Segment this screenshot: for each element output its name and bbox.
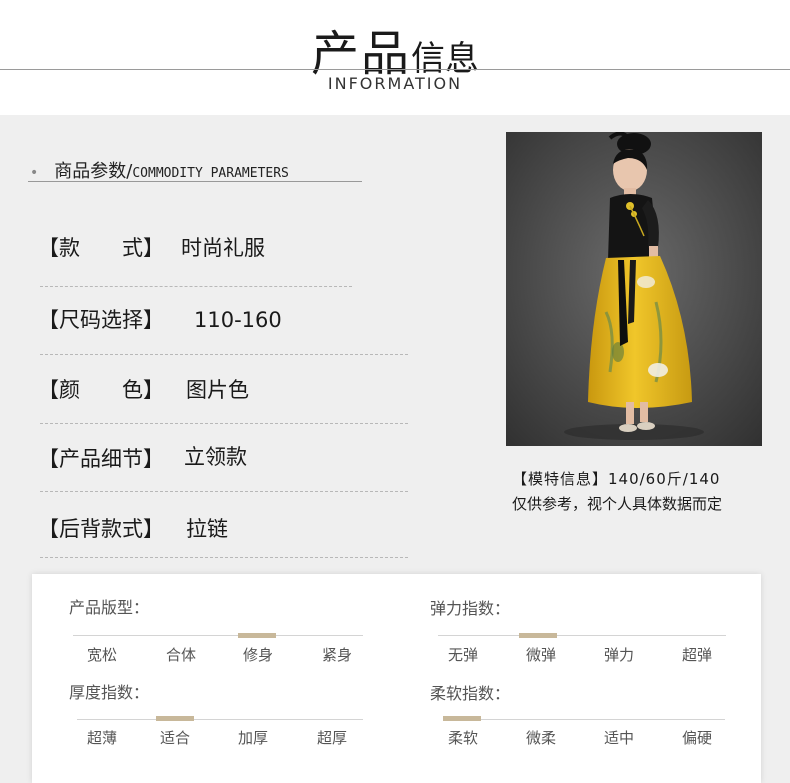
scale-option: 弹力 — [603, 646, 634, 664]
section-title-en: COMMODITY PARAMETERS — [132, 166, 289, 181]
section-title-cn: 商品参数/ — [54, 161, 133, 182]
scale-option: 微柔 — [525, 729, 556, 747]
param-value-color: 图片色 — [186, 378, 249, 402]
page-title-secondary: 信息 — [411, 39, 479, 79]
scale-option: 超弹 — [681, 646, 712, 664]
scale-title-fit: 产品版型： — [69, 598, 150, 617]
model-note: 仅供参考，视个人具体数据而定 — [512, 495, 723, 513]
param-divider — [40, 354, 408, 355]
param-label-color: 【颜 色】 — [38, 378, 164, 402]
scale-option: 合体 — [165, 646, 196, 664]
scale-track-thickness — [77, 719, 363, 720]
scale-title-elasticity: 弹力指数： — [430, 599, 511, 618]
model-info: 【模特信息】140/60斤/140 — [512, 470, 721, 488]
param-label-back: 【后背款式】 — [38, 517, 164, 541]
model-photo — [506, 132, 762, 446]
param-value-detail: 立领款 — [184, 445, 247, 469]
param-label-detail: 【产品细节】 — [38, 447, 164, 471]
param-value-back: 拉链 — [186, 517, 228, 541]
scale-option: 超厚 — [316, 729, 347, 747]
section-heading: • 商品参数/COMMODITY PARAMETERS — [30, 157, 289, 183]
scale-option: 加厚 — [237, 729, 268, 747]
param-divider — [40, 557, 408, 558]
param-label-size: 【尺码选择】 — [38, 308, 164, 332]
scale-track-softness — [443, 719, 725, 720]
model-illustration — [506, 132, 762, 446]
scale-option: 适中 — [603, 729, 634, 747]
param-label-style: 【款 式】 — [38, 236, 164, 260]
section-divider — [28, 181, 362, 182]
header-divider — [0, 69, 790, 70]
scale-option: 柔软 — [447, 729, 478, 747]
param-value-style: 时尚礼服 — [181, 236, 265, 260]
scale-option: 宽松 — [86, 646, 117, 664]
scale-option: 修身 — [242, 646, 273, 664]
scale-option: 适合 — [159, 729, 190, 747]
param-divider — [40, 491, 408, 492]
page-subtitle: INFORMATION — [327, 74, 463, 93]
param-divider — [40, 423, 408, 424]
scale-option: 微弹 — [525, 646, 556, 664]
scale-option: 偏硬 — [681, 729, 712, 747]
scale-marker-fit — [238, 633, 276, 638]
scale-marker-softness — [443, 716, 481, 721]
bullet-icon: • — [30, 165, 39, 181]
scale-option: 无弹 — [447, 646, 478, 664]
param-value-size: 110-160 — [194, 308, 282, 332]
scale-marker-elasticity — [519, 633, 557, 638]
scale-title-softness: 柔软指数： — [430, 684, 511, 703]
scale-track-fit — [73, 635, 363, 636]
scale-title-thickness: 厚度指数： — [69, 683, 150, 702]
param-divider — [40, 286, 352, 287]
scale-marker-thickness — [156, 716, 194, 721]
scale-track-elasticity — [438, 635, 726, 636]
scale-option: 超薄 — [86, 729, 117, 747]
scale-option: 紧身 — [321, 646, 352, 664]
